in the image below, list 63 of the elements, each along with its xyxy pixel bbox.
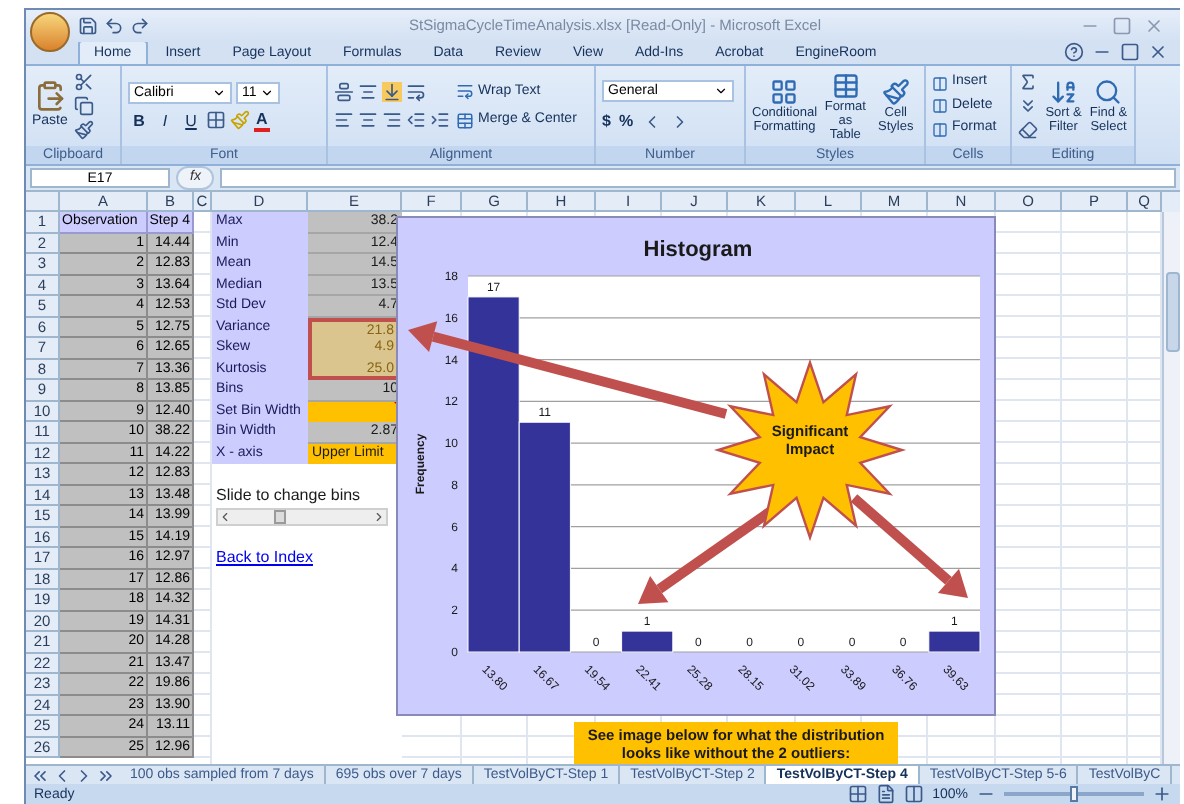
cell-styles-icon — [881, 78, 910, 106]
percent-button[interactable]: % — [618, 109, 634, 133]
sum-icon[interactable] — [1018, 72, 1038, 92]
align-left-icon[interactable] — [334, 110, 354, 130]
zoom-in-icon[interactable] — [1152, 784, 1172, 804]
first-sheet-icon[interactable] — [30, 765, 50, 785]
border-icon[interactable] — [206, 110, 226, 130]
scroll-left-icon[interactable] — [218, 510, 232, 524]
scissors-icon[interactable] — [73, 72, 94, 92]
columns-icon — [932, 98, 948, 114]
page-layout-icon[interactable] — [876, 784, 897, 804]
fill-color-icon[interactable] — [230, 110, 250, 130]
font-style-button[interactable]: I — [154, 109, 176, 131]
save-icon[interactable] — [78, 16, 98, 36]
slider-label: Slide to change bins — [214, 485, 363, 505]
find-select-icon — [1094, 78, 1123, 106]
undo-icon[interactable] — [104, 16, 124, 36]
indent-increase-icon[interactable] — [430, 110, 450, 130]
font-color-button[interactable]: A — [254, 109, 270, 131]
currency-button[interactable]: $ — [602, 109, 611, 133]
merge-cells-icon — [456, 111, 474, 130]
dropdown-chevron-icon — [714, 83, 728, 97]
sort-filter-icon — [1049, 78, 1078, 106]
format-as-table-icon — [831, 71, 860, 99]
vertical-scrollbar[interactable] — [1162, 212, 1180, 764]
bin-slider[interactable] — [216, 508, 388, 526]
restore-icon[interactable] — [1120, 42, 1140, 62]
clipboard-icon — [33, 79, 66, 112]
normal-view-icon[interactable] — [848, 784, 869, 804]
indent-decrease-icon[interactable] — [406, 110, 426, 130]
redo-icon[interactable] — [130, 16, 150, 36]
close-icon[interactable] — [1148, 42, 1168, 62]
conditional-formatting-icon — [770, 78, 799, 106]
histogram-bar — [621, 630, 674, 653]
align-top-icon[interactable] — [334, 82, 354, 102]
font-style-button[interactable]: B — [128, 109, 150, 131]
office-button[interactable] — [30, 12, 70, 52]
histogram-bar — [928, 630, 981, 653]
align-right-icon[interactable] — [382, 110, 402, 130]
help-icon[interactable] — [1064, 42, 1084, 62]
slider-thumb[interactable] — [274, 510, 287, 524]
formula-field[interactable] — [220, 168, 1176, 188]
page-break-icon[interactable] — [904, 784, 925, 804]
align-center-icon[interactable] — [358, 110, 378, 130]
fill-icon[interactable] — [1018, 96, 1038, 116]
align-bottom-icon[interactable] — [382, 82, 402, 102]
dropdown-chevron-icon — [212, 85, 226, 99]
wrap-text-icon — [456, 82, 474, 101]
copy-icon[interactable] — [73, 96, 94, 116]
arrow — [850, 494, 968, 598]
scroll-right-icon[interactable] — [372, 510, 386, 524]
align-middle-icon[interactable] — [358, 82, 378, 102]
orientation-icon[interactable] — [406, 82, 426, 102]
last-sheet-icon[interactable] — [96, 765, 116, 785]
zoom-thumb[interactable] — [1070, 786, 1078, 802]
dropdown-chevron-icon — [260, 85, 274, 99]
columns-icon — [932, 75, 948, 91]
columns-icon — [932, 121, 948, 137]
eraser-icon[interactable] — [1018, 120, 1038, 140]
chart-title: Histogram — [643, 238, 753, 262]
paintbrush-icon[interactable] — [73, 120, 94, 140]
back-to-index-link[interactable]: Back to Index — [212, 548, 402, 568]
font-style-button[interactable]: U — [180, 109, 202, 131]
